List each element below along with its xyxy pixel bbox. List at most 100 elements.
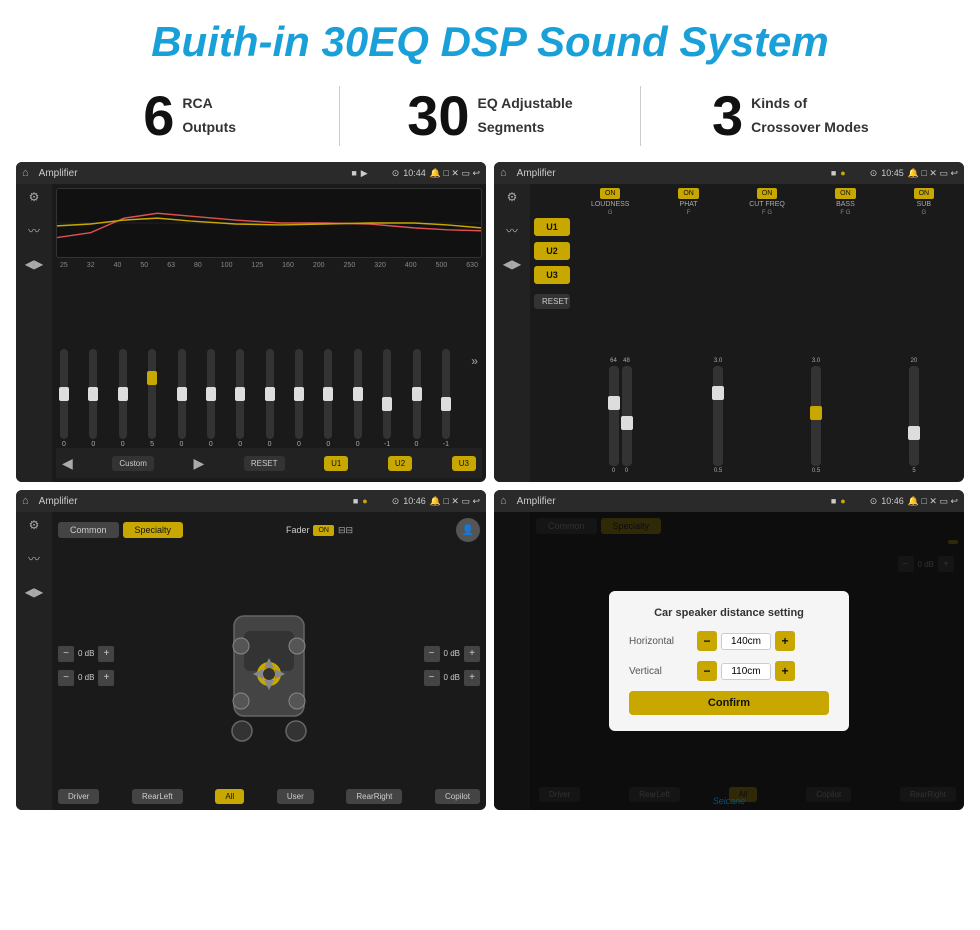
eq-thumb-8[interactable] [294, 387, 304, 401]
eq-thumb-2[interactable] [118, 387, 128, 401]
fader-tab-common[interactable]: Common [58, 522, 119, 538]
eq-track-4[interactable] [178, 349, 186, 439]
dialog-vertical-plus[interactable]: + [775, 661, 795, 681]
fader-on-btn[interactable]: ON [313, 525, 334, 536]
eq-track-7[interactable] [266, 349, 274, 439]
db-plus-tr[interactable]: + [464, 646, 480, 662]
crossover-u2-btn[interactable]: U2 [534, 242, 570, 260]
eq-reset-btn[interactable]: RESET [244, 456, 285, 471]
eq-thumb-4[interactable] [177, 387, 187, 401]
crossover-home-icon[interactable]: ⌂ [500, 167, 507, 179]
fader-driver-btn[interactable]: Driver [58, 789, 99, 804]
dialog-horizontal-plus[interactable]: + [775, 631, 795, 651]
dialog-home-icon[interactable]: ⌂ [500, 495, 507, 507]
sub-slider-thumb[interactable] [908, 426, 920, 440]
eq-track-3[interactable] [148, 349, 156, 439]
eq-next-icon[interactable]: ▶ [194, 455, 205, 472]
db-minus-br[interactable]: − [424, 670, 440, 686]
ch-bass-btn[interactable]: ON [835, 188, 856, 199]
fader-copilot-btn[interactable]: Copilot [435, 789, 480, 804]
freq-630: 630 [466, 262, 478, 269]
car-diagram-area [122, 548, 415, 783]
eq-track-2[interactable] [119, 349, 127, 439]
dialog-horizontal-minus[interactable]: − [697, 631, 717, 651]
eq-track-6[interactable] [236, 349, 244, 439]
crossover-u1-btn[interactable]: U1 [534, 218, 570, 236]
eq-more-icon[interactable]: » [471, 354, 478, 368]
eq-thumb-13[interactable] [441, 397, 451, 411]
stat-divider-1 [339, 86, 340, 146]
dialog-vertical-value: 110cm [721, 663, 771, 680]
fader-time: 10:46 [403, 496, 426, 506]
eq-thumb-11[interactable] [382, 397, 392, 411]
crossover-u-buttons: U1 U2 U3 RESET [534, 188, 570, 478]
eq-track-13[interactable] [442, 349, 450, 439]
db-minus-tl[interactable]: − [58, 646, 74, 662]
cutfreq-slider-thumb[interactable] [712, 386, 724, 400]
fader-tabs: Common Specialty [58, 522, 183, 538]
eq-thumb-10[interactable] [353, 387, 363, 401]
freq-320: 320 [374, 262, 386, 269]
fader-all-btn[interactable]: All [215, 789, 244, 804]
ch-sub-label: SUB [917, 201, 931, 208]
eq-thumb-6[interactable] [235, 387, 245, 401]
dialog-horizontal-input: − 140cm + [697, 631, 795, 651]
ch-bass: ON BASS F G [809, 188, 881, 216]
db-plus-tl[interactable]: + [98, 646, 114, 662]
fader-user-btn[interactable]: User [277, 789, 314, 804]
eq-thumb-9[interactable] [323, 387, 333, 401]
eq-record-icon: ■ [351, 168, 356, 178]
bass-slider-thumb[interactable] [810, 406, 822, 420]
eq-u3-btn[interactable]: U3 [452, 456, 476, 471]
crossover-u3-btn[interactable]: U3 [534, 266, 570, 284]
eq-main: 25 32 40 50 63 80 100 125 160 200 250 32… [52, 184, 486, 482]
db-minus-tr[interactable]: − [424, 646, 440, 662]
eq-track-11[interactable] [383, 349, 391, 439]
eq-u2-btn[interactable]: U2 [388, 456, 412, 471]
db-minus-bl[interactable]: − [58, 670, 74, 686]
crossover-reset-btn[interactable]: RESET [534, 294, 570, 309]
eq-prev-icon[interactable]: ◀ [62, 455, 73, 472]
dialog-vertical-row: Vertical − 110cm + [629, 661, 829, 681]
fader-content: ⚙ 〰 ◀▶ Common Specialty Fader ON ⊟⊟ [16, 512, 486, 810]
eq-track-5[interactable] [207, 349, 215, 439]
dialog-vertical-minus[interactable]: − [697, 661, 717, 681]
eq-u1-btn[interactable]: U1 [324, 456, 348, 471]
eq-thumb-5[interactable] [206, 387, 216, 401]
db-plus-bl[interactable]: + [98, 670, 114, 686]
eq-track-1[interactable] [89, 349, 97, 439]
eq-val-8: 0 [297, 441, 301, 448]
confirm-button[interactable]: Confirm [629, 691, 829, 715]
eq-time: 10:44 [403, 168, 426, 178]
eq-thumb-7[interactable] [265, 387, 275, 401]
eq-track-9[interactable] [324, 349, 332, 439]
ch-loudness-btn[interactable]: ON [600, 188, 621, 199]
eq-slider-col-8: 0 [295, 349, 303, 448]
dialog-vertical-label: Vertical [629, 666, 689, 677]
fader-rearright-btn[interactable]: RearRight [346, 789, 402, 804]
eq-track-12[interactable] [413, 349, 421, 439]
loudness-slider-thumb[interactable] [608, 396, 620, 410]
db-plus-br[interactable]: + [464, 670, 480, 686]
eq-thumb-12[interactable] [412, 387, 422, 401]
eq-track-0[interactable] [60, 349, 68, 439]
freq-40: 40 [114, 262, 122, 269]
fader-slider-icon: ⊟⊟ [338, 525, 353, 536]
fader-rearleft-btn[interactable]: RearLeft [132, 789, 183, 804]
ch-sub-sub: G [921, 210, 926, 216]
eq-track-10[interactable] [354, 349, 362, 439]
home-icon[interactable]: ⌂ [22, 167, 29, 179]
ch-cutfreq-btn[interactable]: ON [757, 188, 778, 199]
eq-thumb-1[interactable] [88, 387, 98, 401]
eq-val-7: 0 [268, 441, 272, 448]
eq-thumb-0[interactable] [59, 387, 69, 401]
fader-home-icon[interactable]: ⌂ [22, 495, 29, 507]
eq-track-8[interactable] [295, 349, 303, 439]
loudness-slider-thumb-2[interactable] [621, 416, 633, 430]
ch-sub-btn[interactable]: ON [914, 188, 935, 199]
ch-phat-btn[interactable]: ON [678, 188, 699, 199]
eq-thumb-3[interactable] [147, 371, 157, 385]
crossover-sliders: 64 0 48 0 [574, 220, 960, 478]
freq-250: 250 [344, 262, 356, 269]
fader-tab-specialty[interactable]: Specialty [123, 522, 184, 538]
